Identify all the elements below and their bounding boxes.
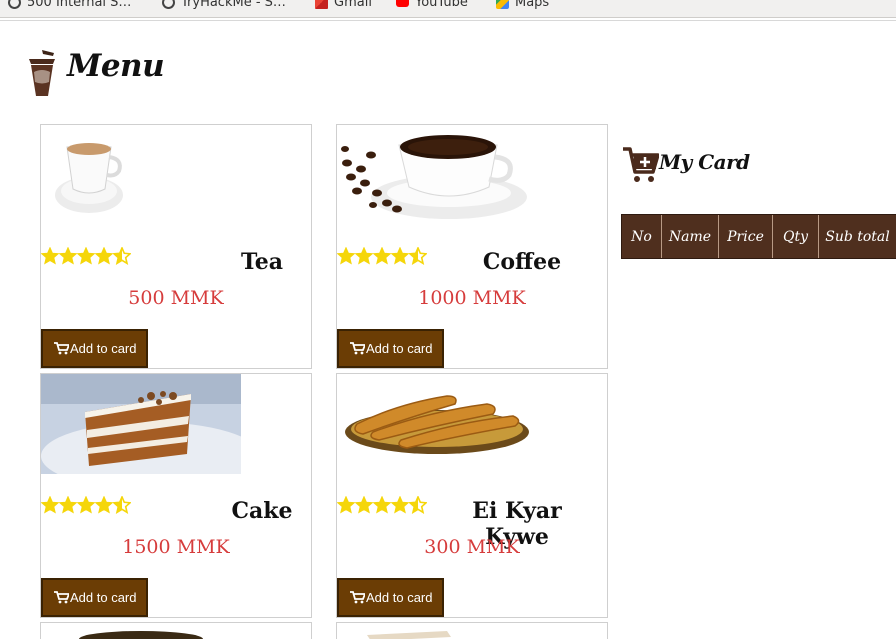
page-title: Menu [67, 48, 165, 84]
product-name: Coffee [482, 249, 562, 275]
product-price: 1000 MMK [418, 287, 526, 309]
bookmark-label: Maps [515, 0, 550, 10]
bookmark-label: 500 Internal S… [27, 0, 132, 10]
star-full-icon [373, 496, 391, 514]
bookmark-maps[interactable]: Maps [496, 0, 549, 11]
add-to-card-button[interactable]: Add to card [41, 578, 148, 617]
bookmark-gmail[interactable]: Gmail [315, 0, 372, 11]
globe-icon [8, 0, 21, 9]
star-full-icon [337, 247, 355, 265]
bookmark-youtube[interactable]: YouTube [396, 0, 468, 11]
bookmark-label: YouTube [415, 0, 468, 10]
product-price: 1500 MMK [122, 536, 230, 558]
gmail-icon [315, 0, 328, 9]
divider [0, 20, 896, 21]
star-full-icon [355, 247, 373, 265]
add-to-card-label: Add to card [366, 341, 433, 356]
cart-icon [54, 342, 69, 355]
add-to-card-label: Add to card [70, 341, 137, 356]
star-full-icon [95, 496, 113, 514]
bookmark-label: Gmail [334, 0, 372, 10]
add-to-card-label: Add to card [366, 590, 433, 605]
product-card-tea: Tea 500 MMK Add to card [40, 124, 312, 369]
product-price: 300 MMK [424, 536, 520, 558]
coffee-cup-image [337, 125, 537, 225]
column-header-price: Price [719, 215, 773, 258]
star-half-icon [113, 496, 131, 514]
fried-dough-image [337, 374, 537, 474]
star-full-icon [373, 247, 391, 265]
product-name: Cake [231, 498, 293, 524]
star-full-icon [59, 496, 77, 514]
add-to-card-button[interactable]: Add to card [337, 578, 444, 617]
star-half-icon [113, 247, 131, 265]
tea-cup-image [41, 125, 241, 225]
product-price: 500 MMK [128, 287, 224, 309]
product-image [41, 623, 241, 639]
product-card-partial [336, 622, 608, 639]
product-card-cake: Cake 1500 MMK Add to card [40, 373, 312, 618]
column-header-subtotal: Sub total [825, 228, 890, 245]
star-full-icon [41, 247, 59, 265]
add-to-card-label: Add to card [70, 590, 137, 605]
rating-stars [41, 247, 131, 267]
add-to-card-button[interactable]: Add to card [41, 329, 148, 368]
star-full-icon [391, 247, 409, 265]
cart-icon [54, 591, 69, 604]
product-name: Tea [240, 249, 284, 275]
product-card-partial [40, 622, 312, 639]
rating-stars [41, 496, 131, 516]
star-full-icon [77, 496, 95, 514]
shopping-cart-icon [623, 147, 659, 182]
star-full-icon [59, 247, 77, 265]
cart-title: My Card [659, 150, 750, 174]
star-half-icon [409, 496, 427, 514]
column-header-name: Name [662, 215, 719, 258]
bookmark-label: TryHackMe - S… [181, 0, 286, 10]
bookmark-500-internal[interactable]: 500 Internal S… [8, 0, 131, 11]
maps-icon [496, 0, 509, 9]
bookmark-tryhackme[interactable]: TryHackMe - S… [162, 0, 286, 11]
product-card-coffee: Coffee 1000 MMK Add to card [336, 124, 608, 369]
rating-stars [337, 496, 427, 516]
cake-slice-image [41, 374, 241, 474]
column-header-no: No [622, 215, 662, 258]
star-full-icon [41, 496, 59, 514]
star-full-icon [95, 247, 113, 265]
cart-icon [350, 591, 365, 604]
product-card-ei-kyar-kywe: Ei Kyar Kywe 300 MMK Add to card [336, 373, 608, 618]
bookmarks-bar: 500 Internal S… TryHackMe - S… Gmail You… [0, 0, 896, 18]
star-full-icon [355, 496, 373, 514]
star-full-icon [337, 496, 355, 514]
product-image [337, 623, 537, 639]
star-full-icon [391, 496, 409, 514]
globe-icon [162, 0, 175, 9]
star-half-icon [409, 247, 427, 265]
add-to-card-button[interactable]: Add to card [337, 329, 444, 368]
star-full-icon [77, 247, 95, 265]
rating-stars [337, 247, 427, 267]
column-header-qty: Qty [773, 215, 819, 258]
cart-icon [350, 342, 365, 355]
youtube-icon [396, 0, 409, 7]
cup-logo-icon [29, 50, 55, 96]
cart-table-header: No Name Price Qty Sub total [621, 214, 896, 259]
